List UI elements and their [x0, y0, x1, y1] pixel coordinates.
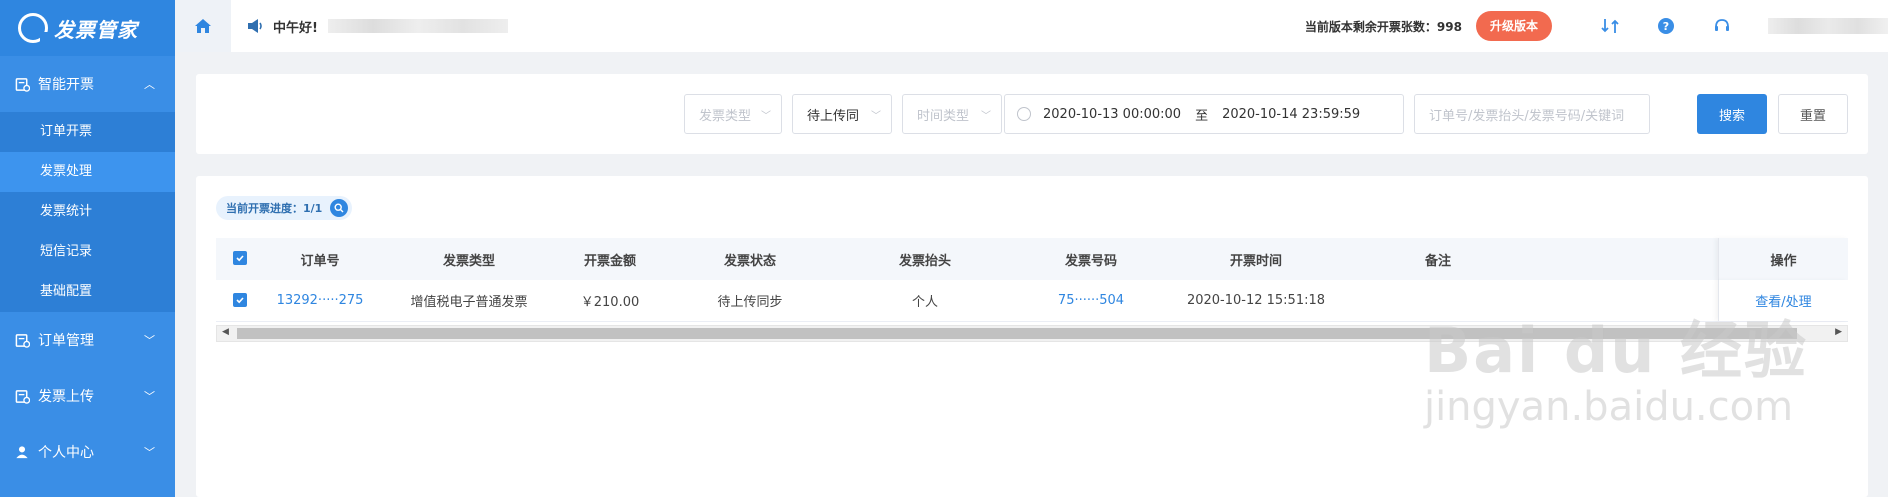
logo-icon [18, 13, 50, 43]
reset-button[interactable]: 重置 [1778, 94, 1848, 134]
progress-label: 当前开票进度：1/1 [226, 202, 323, 215]
quota-text: 当前版本剩余开票张数：998 [1304, 19, 1462, 34]
logo-text: 发票管家 [54, 17, 138, 42]
invoice-icon [14, 76, 30, 92]
order-icon [14, 332, 30, 348]
keyword-search-input[interactable]: 订单号/发票抬头/发票号码/关键词 [1414, 94, 1650, 134]
scroll-left-icon[interactable]: ◀ [222, 327, 229, 337]
date-end[interactable]: 2020-10-14 23:59:59 [1222, 107, 1360, 122]
chevron-down-icon: ﹀ [144, 446, 155, 459]
sidebar: 发票管家 智能开票 ︿ 订单开票 发票处理 发票统计 短信记录 基础配置 订单管… [0, 0, 175, 497]
sidebar-item-invoice-stats[interactable]: 发票统计 [0, 192, 175, 232]
topbar: 中午好! 当前版本剩余开票张数：998 升级版本 ? [175, 0, 1888, 52]
clock-icon [1017, 107, 1031, 121]
switch-icon[interactable] [1601, 17, 1619, 35]
menu-group-personal-center[interactable]: 个人中心 ﹀ [0, 424, 175, 480]
date-range-picker[interactable]: 2020-10-13 00:00:00 至 2020-10-14 23:59:5… [1004, 94, 1404, 134]
menu-group-order-management[interactable]: 订单管理 ﹀ [0, 312, 175, 368]
horizontal-scrollbar[interactable]: ◀ ▶ [216, 325, 1848, 342]
time-type-select[interactable]: 时间类型 ﹀ [902, 94, 1002, 134]
menu-group-label: 订单管理 [38, 333, 94, 349]
invoice-table: 订单号 发票类型 开票金额 发票状态 发票抬头 发票号码 开票时间 备注 操作 … [216, 238, 1848, 322]
logo[interactable]: 发票管家 [0, 0, 175, 56]
time-type-placeholder: 时间类型 [917, 108, 970, 124]
select-all-checkbox[interactable] [216, 251, 264, 267]
view-process-link[interactable]: 查看/处理 [1755, 291, 1811, 310]
topbar-actions: 当前版本剩余开票张数：998 升级版本 ? [1305, 0, 1888, 52]
time-cell: 2020-10-12 15:51:18 [1186, 293, 1326, 308]
col-order-no[interactable]: 订单号 [264, 250, 376, 269]
title-cell: 个人 [911, 295, 938, 310]
chevron-up-icon: ︿ [144, 78, 155, 91]
redacted-username [327, 19, 508, 33]
chevron-down-icon: ﹀ [871, 110, 881, 122]
menu-group-smart-invoice[interactable]: 智能开票 ︿ [0, 56, 175, 112]
checkbox-checked-icon [233, 251, 247, 265]
invoice-type-cell: 增值税电子普通发票 [410, 295, 528, 310]
col-invoice-type[interactable]: 发票类型 [376, 250, 562, 269]
scroll-right-icon[interactable]: ▶ [1835, 327, 1842, 337]
col-status[interactable]: 发票状态 [658, 250, 842, 269]
user-icon [14, 444, 30, 460]
col-remark[interactable]: 备注 [1338, 250, 1538, 269]
upgrade-button[interactable]: 升级版本 [1475, 11, 1552, 41]
home-icon [195, 19, 211, 33]
help-icon[interactable]: ? [1657, 17, 1675, 35]
upload-icon [14, 388, 30, 404]
submenu-smart-invoice: 订单开票 发票处理 发票统计 短信记录 基础配置 [0, 112, 175, 312]
svg-text:?: ? [1663, 20, 1669, 33]
menu-group-invoice-upload[interactable]: 发票上传 ﹀ [0, 368, 175, 424]
order-no-link[interactable]: 13292·····275 [264, 293, 376, 308]
chevron-down-icon: ﹀ [761, 110, 771, 122]
chevron-down-icon: ﹀ [144, 334, 155, 347]
row-checkbox[interactable] [216, 292, 264, 309]
sidebar-item-sms-records[interactable]: 短信记录 [0, 232, 175, 272]
status-select[interactable]: 待上传同 ﹀ [792, 94, 892, 134]
greeting-text: 中午好! [273, 20, 318, 36]
invoice-type-select[interactable]: 发票类型 ﹀ [684, 94, 782, 134]
table-row[interactable]: 13292·····275 增值税电子普通发票 ￥210.00 待上传同步 个人… [216, 280, 1848, 322]
sidebar-item-basic-config[interactable]: 基础配置 [0, 272, 175, 312]
chevron-down-icon: ﹀ [144, 390, 155, 403]
menu-group-label: 个人中心 [38, 445, 94, 461]
menu-group-label: 智能开票 [38, 77, 94, 93]
search-button[interactable]: 搜索 [1697, 94, 1767, 134]
col-title[interactable]: 发票抬头 [842, 250, 1008, 269]
search-icon[interactable] [330, 199, 349, 217]
checkbox-checked-icon [233, 292, 247, 307]
invoice-type-placeholder: 发票类型 [699, 108, 752, 124]
status-select-value: 待上传同 [807, 108, 860, 124]
search-panel: 发票类型 ﹀ 待上传同 ﹀ 时间类型 ﹀ 2020-10-13 00:00:00… [196, 74, 1868, 154]
greeting: 中午好! [247, 17, 508, 36]
amount-cell: ￥210.00 [580, 295, 640, 310]
date-separator: 至 [1195, 108, 1209, 124]
sidebar-item-invoice-processing[interactable]: 发票处理 [0, 152, 175, 192]
table-header: 订单号 发票类型 开票金额 发票状态 发票抬头 发票号码 开票时间 备注 操作 [216, 238, 1848, 280]
col-invoice-no[interactable]: 发票号码 [1008, 250, 1174, 269]
sidebar-item-order-invoice[interactable]: 订单开票 [0, 112, 175, 152]
invoice-no-link[interactable]: 75······504 [1008, 293, 1174, 308]
progress-tag: 当前开票进度：1/1 [216, 196, 353, 220]
col-action: 操作 [1718, 238, 1848, 280]
action-cell: 查看/处理 [1718, 280, 1848, 321]
redacted-user-account[interactable] [1768, 18, 1888, 34]
col-amount[interactable]: 开票金额 [562, 250, 658, 269]
chevron-down-icon: ﹀ [981, 110, 991, 122]
headset-icon[interactable] [1713, 17, 1731, 35]
home-button[interactable] [175, 0, 231, 52]
date-start[interactable]: 2020-10-13 00:00:00 [1043, 107, 1181, 122]
col-time[interactable]: 开票时间 [1174, 250, 1338, 269]
table-panel: 当前开票进度：1/1 订单号 发票类型 开票金额 发票状态 发票抬头 发票号码 … [196, 176, 1868, 497]
status-cell: 待上传同步 [717, 295, 783, 310]
megaphone-icon [248, 19, 262, 33]
scrollbar-thumb[interactable] [237, 328, 1797, 339]
menu-group-label: 发票上传 [38, 389, 94, 405]
